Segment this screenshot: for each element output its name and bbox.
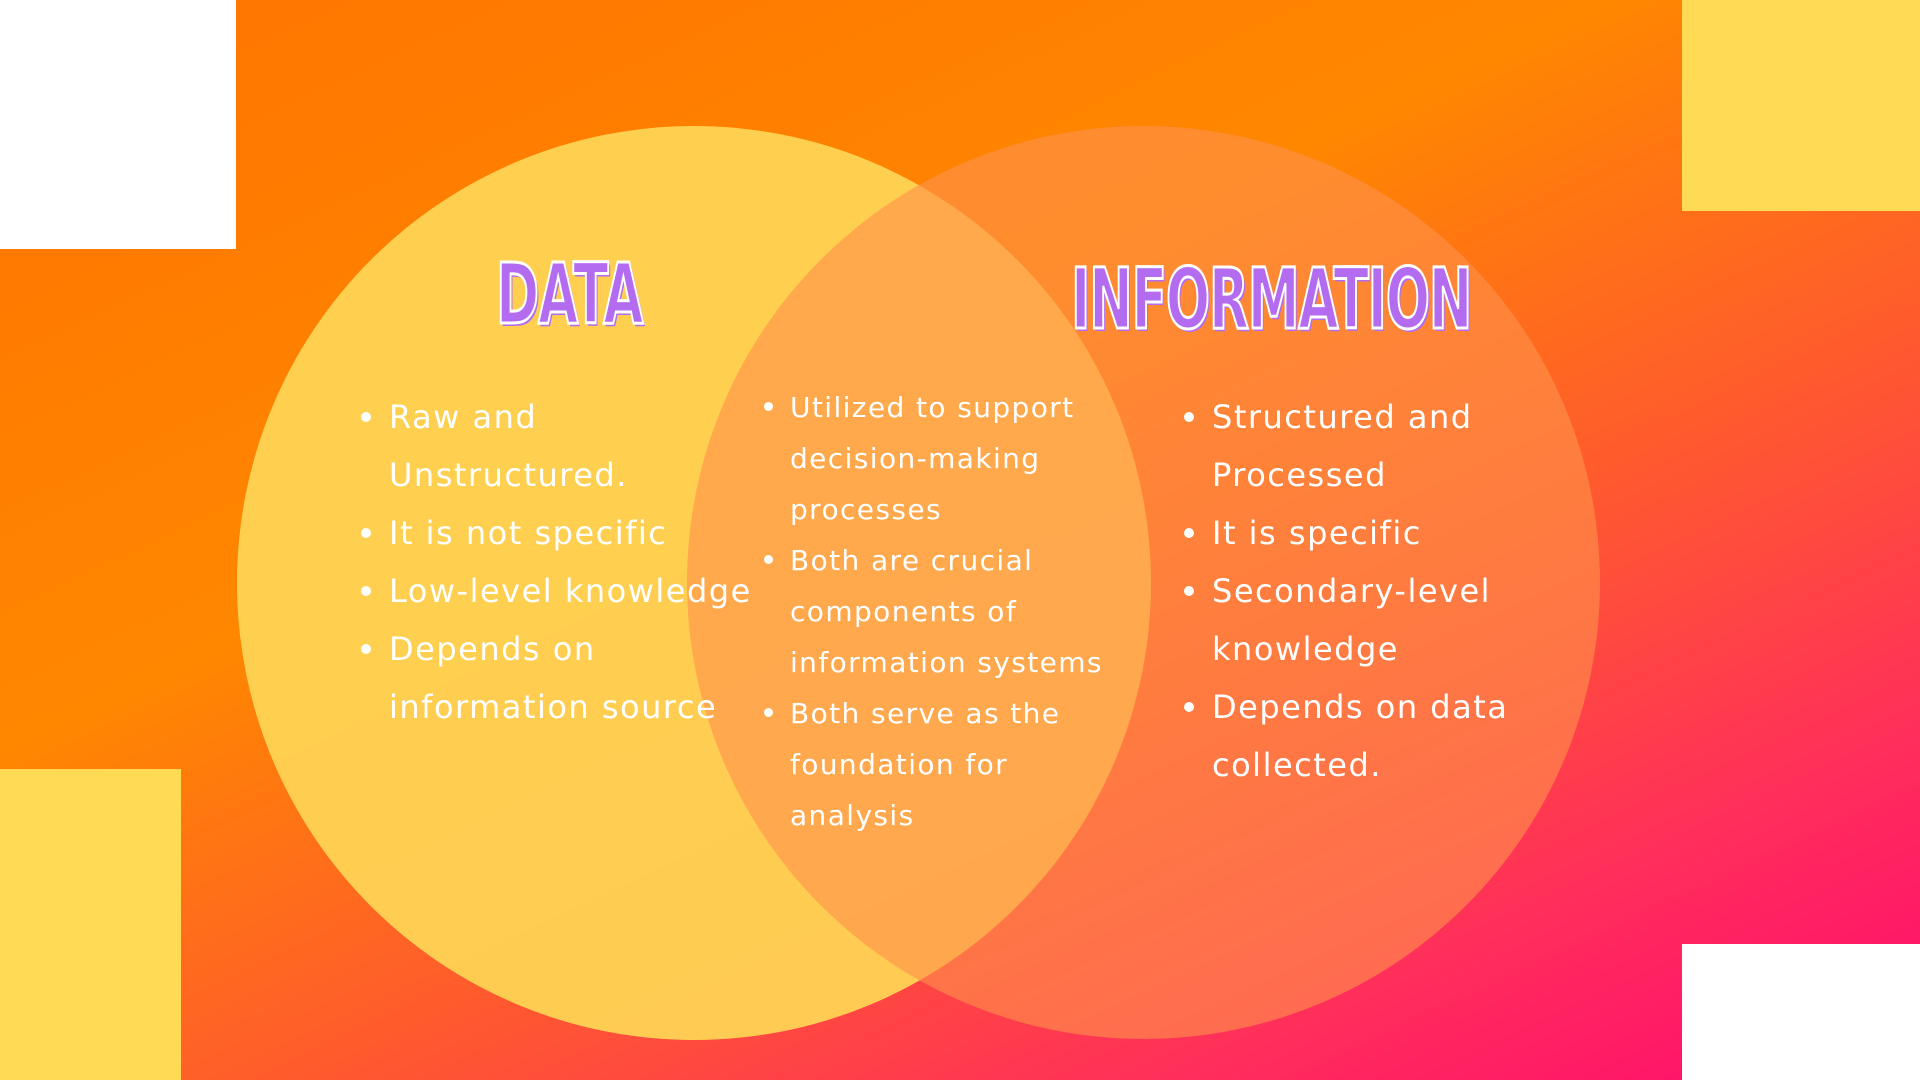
data-title: DATA: [495, 245, 644, 343]
list-item: Low-level knowledge: [359, 562, 759, 620]
shared-characteristics-list: Utilized to support decision-making proc…: [762, 382, 1132, 841]
yellow-corner-block-top-right: [1682, 0, 1920, 211]
list-item: Utilized to support decision-making proc…: [762, 382, 1132, 535]
slide-canvas: DATA INFORMATION Raw and Unstructured. I…: [0, 0, 1920, 1080]
white-corner-block-bottom-right: [1682, 944, 1920, 1080]
information-title: INFORMATION: [1070, 250, 1473, 348]
white-corner-block-top-left: [0, 0, 236, 249]
list-item: Secondary-level knowledge: [1182, 562, 1552, 678]
list-item: Both are crucial components of informati…: [762, 535, 1132, 688]
list-item: Raw and Unstructured.: [359, 388, 759, 504]
list-item: Depends on information source: [359, 620, 759, 736]
yellow-corner-block-bottom-left: [0, 769, 181, 1080]
list-item: It is specific: [1182, 504, 1552, 562]
list-item: Structured and Processed: [1182, 388, 1552, 504]
data-characteristics-list: Raw and Unstructured. It is not specific…: [359, 388, 759, 736]
list-item: Depends on data collected.: [1182, 678, 1552, 794]
information-characteristics-list: Structured and Processed It is specific …: [1182, 388, 1552, 794]
list-item: It is not specific: [359, 504, 759, 562]
list-item: Both serve as the foundation for analysi…: [762, 688, 1132, 841]
